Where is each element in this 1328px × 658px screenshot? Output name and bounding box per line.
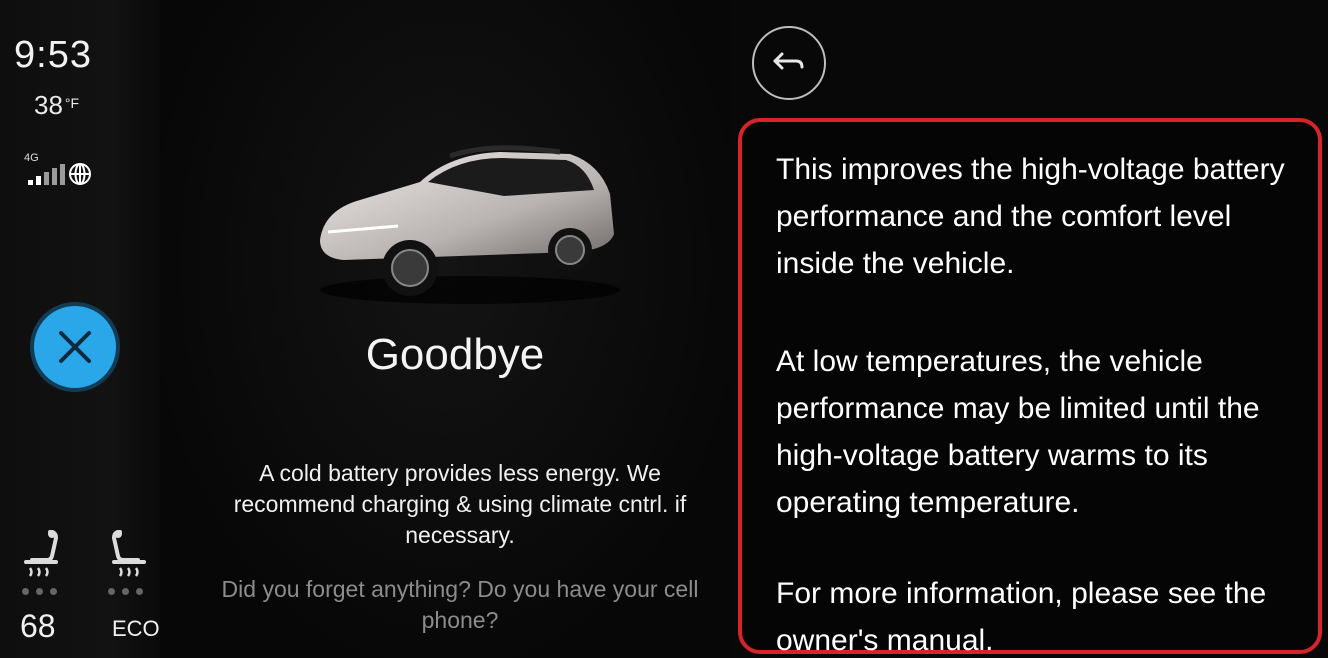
seat-heater-left-icon[interactable] <box>22 528 66 578</box>
status-bar: 9:53 38 °F 4G 68 ECO <box>0 0 160 658</box>
back-button[interactable] <box>752 26 826 100</box>
climate-set-temperature[interactable]: 68 <box>20 608 56 645</box>
x-icon <box>59 331 91 363</box>
seat-heater-left-level <box>22 588 57 595</box>
connectivity-status: 4G <box>22 150 112 190</box>
seat-heater-right-level <box>108 588 143 595</box>
goodbye-title: Goodbye <box>365 330 545 379</box>
info-paragraph-1: This improves the high-voltage battery p… <box>776 153 1285 280</box>
info-paragraph-3: For more information, please see the own… <box>776 577 1267 657</box>
back-arrow-icon <box>773 52 804 70</box>
globe-icon <box>69 163 91 185</box>
close-button[interactable] <box>34 306 116 388</box>
climate-mode[interactable]: ECO <box>112 616 160 642</box>
reminder-message: Did you forget anything? Do you have you… <box>221 576 699 633</box>
outside-temperature-value: 38 <box>34 90 63 120</box>
outside-temperature: 38 °F <box>34 90 79 121</box>
info-paragraph-2: At low temperatures, the vehicle perform… <box>776 345 1260 519</box>
signal-bars-icon <box>28 163 91 185</box>
outside-temperature-unit: °F <box>64 95 80 111</box>
clock: 9:53 <box>14 34 92 76</box>
goodbye-panel: Goodbye A cold battery provides less ene… <box>160 0 730 658</box>
info-panel: This improves the high-voltage battery p… <box>738 118 1322 657</box>
cold-battery-message: A cold battery provides less energy. We … <box>233 460 687 548</box>
vehicle-image <box>320 145 620 304</box>
infotainment-screen: 9:53 38 °F 4G 68 ECO Goodbye A cold batt… <box>0 0 1328 658</box>
seat-heater-right-icon[interactable] <box>104 528 148 578</box>
